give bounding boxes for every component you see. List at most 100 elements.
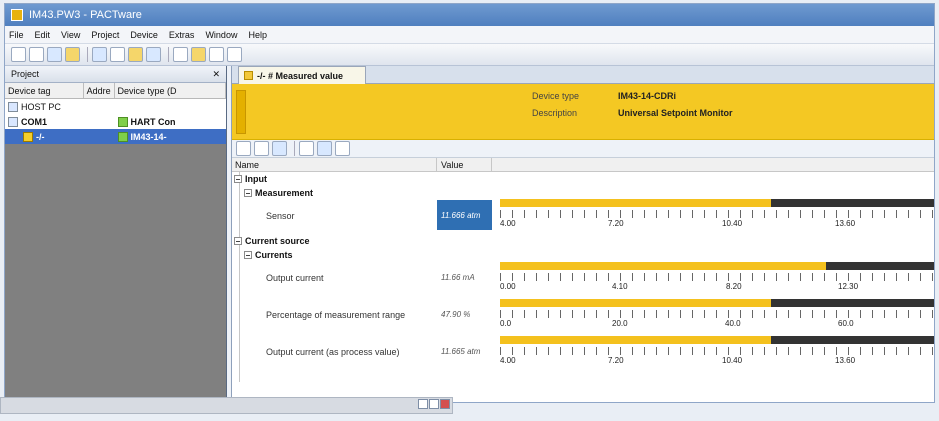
parameter-icon[interactable] xyxy=(173,47,188,62)
pin-close-icon[interactable]: ✕ xyxy=(211,69,220,80)
tick-label: 40.0 xyxy=(725,319,741,328)
tab-measured-value[interactable]: -/- # Measured value xyxy=(238,66,366,84)
menu-bar: File Edit View Project Device Extras Win… xyxy=(5,26,934,44)
process-value-bar: 4.00 7.20 10.40 13.60 xyxy=(500,336,934,366)
menu-extras[interactable]: Extras xyxy=(169,30,195,40)
properties-alt-icon[interactable] xyxy=(272,141,287,156)
new-icon[interactable] xyxy=(11,47,26,62)
output-current-value: 11.66 mA xyxy=(441,272,475,282)
tick-label: 13.60 xyxy=(835,219,856,228)
host-pc-label: HOST PC xyxy=(21,101,61,112)
menu-help[interactable]: Help xyxy=(248,30,267,40)
disconnect-icon[interactable] xyxy=(146,47,161,62)
device-type-cell: IM43-14- xyxy=(115,131,226,142)
tick-label: 20.0 xyxy=(612,319,628,328)
close-icon[interactable] xyxy=(440,399,450,409)
tick-label: 0.0 xyxy=(500,319,512,328)
current-source-label: Current source xyxy=(245,236,310,246)
restore-icon[interactable] xyxy=(429,399,439,409)
connect-icon[interactable] xyxy=(128,47,143,62)
connected-icon xyxy=(117,131,128,142)
com1-type-cell: HART Con xyxy=(115,116,227,127)
collapse-icon[interactable] xyxy=(244,189,252,197)
menu-view[interactable]: View xyxy=(61,30,80,40)
save-icon[interactable] xyxy=(47,47,62,62)
open-icon[interactable] xyxy=(29,47,44,62)
pc-icon xyxy=(8,101,18,112)
menu-device[interactable]: Device xyxy=(130,30,158,40)
tick-label: 60.0 xyxy=(838,319,854,328)
export-icon[interactable] xyxy=(335,141,350,156)
measured-value-icon[interactable] xyxy=(191,47,206,62)
current-source-group[interactable]: Current source xyxy=(234,236,310,246)
tick-label: 13.60 xyxy=(835,356,856,365)
process-value-bar-fill xyxy=(500,336,772,344)
project-icon[interactable] xyxy=(92,47,107,62)
grid-header: Name Value xyxy=(232,158,934,172)
name-column-header[interactable]: Name xyxy=(232,158,437,171)
project-row-com1[interactable]: COM1 HART Con xyxy=(5,114,226,129)
menu-file[interactable]: File xyxy=(9,30,24,40)
project-row-device[interactable]: -/- IM43-14- xyxy=(5,129,226,144)
process-value-tick-labels: 4.00 7.20 10.40 13.60 xyxy=(500,356,934,366)
address-column[interactable]: Addre xyxy=(84,83,115,98)
device-image-icon xyxy=(236,90,246,134)
collapse-icon[interactable] xyxy=(234,175,242,183)
output-current-bar-fill xyxy=(500,262,826,270)
print-icon[interactable] xyxy=(65,47,80,62)
app-window: IM43.PW3 - PACTware File Edit View Proje… xyxy=(4,3,935,403)
main-toolbar xyxy=(5,44,934,66)
menu-edit[interactable]: Edit xyxy=(35,30,51,40)
input-group[interactable]: Input xyxy=(234,174,267,184)
sensor-label: Sensor xyxy=(266,211,295,221)
toolbar-separator xyxy=(294,141,295,156)
device-type-label: IM43-14- xyxy=(130,131,167,142)
device-tag-column[interactable]: Device tag xyxy=(5,83,84,98)
value-column-header[interactable]: Value xyxy=(437,158,492,171)
view-icon[interactable] xyxy=(236,141,251,156)
device-tag-label: -/- xyxy=(36,131,45,142)
device-type-value: IM43-14-CDRi xyxy=(618,91,677,101)
minimize-icon[interactable] xyxy=(418,399,428,409)
process-value-label: Output current (as process value) xyxy=(266,347,400,357)
collapse-icon[interactable] xyxy=(244,251,252,259)
percentage-bar: 0.0 20.0 40.0 60.0 xyxy=(500,299,934,329)
tick-label: 10.40 xyxy=(722,356,743,365)
device-info-banner: Device type IM43-14-CDRi Description Uni… xyxy=(232,84,934,140)
percentage-ticks xyxy=(500,310,934,318)
diagnosis-icon[interactable] xyxy=(227,47,242,62)
project-panel: Project ✕ Device tag Addre Device type (… xyxy=(5,66,227,402)
device-tab-icon xyxy=(244,71,253,80)
window-title: IM43.PW3 - PACTware xyxy=(29,9,142,21)
menu-project[interactable]: Project xyxy=(91,30,119,40)
measurement-group[interactable]: Measurement xyxy=(244,188,313,198)
tick-label: 7.20 xyxy=(608,356,624,365)
collapse-icon[interactable] xyxy=(234,237,242,245)
filter-icon[interactable] xyxy=(317,141,332,156)
device-catalog-icon[interactable] xyxy=(110,47,125,62)
properties-icon[interactable] xyxy=(254,141,269,156)
com1-type: HART Con xyxy=(130,116,176,127)
tick-label: 4.00 xyxy=(500,356,516,365)
tree-icon[interactable] xyxy=(299,141,314,156)
currents-group[interactable]: Currents xyxy=(244,250,293,260)
document-tabs: -/- # Measured value xyxy=(232,66,934,84)
minimized-window-strip[interactable] xyxy=(0,397,453,414)
measurement-group-label: Measurement xyxy=(255,188,314,198)
com1-label: COM1 xyxy=(21,116,48,127)
project-panel-header: Project ✕ xyxy=(5,66,226,83)
menu-window[interactable]: Window xyxy=(205,30,237,40)
host-pc-tag-cell: HOST PC xyxy=(5,101,115,112)
tick-label: 8.20 xyxy=(726,282,742,291)
device-type-column[interactable]: Device type (D xyxy=(115,83,226,98)
tab-label: -/- # Measured value xyxy=(257,70,344,81)
tick-label: 0.00 xyxy=(500,282,516,291)
simulation-icon[interactable] xyxy=(209,47,224,62)
sensor-value: 11.666 atm xyxy=(437,200,492,230)
sensor-bar-ticks xyxy=(500,210,934,218)
project-table-header: Device tag Addre Device type (D xyxy=(5,83,226,99)
tick-label: 12.30 xyxy=(838,282,859,291)
project-row-host-pc[interactable]: HOST PC xyxy=(5,99,226,114)
window-controls xyxy=(418,399,450,409)
process-value: 11.665 atm xyxy=(441,346,481,356)
